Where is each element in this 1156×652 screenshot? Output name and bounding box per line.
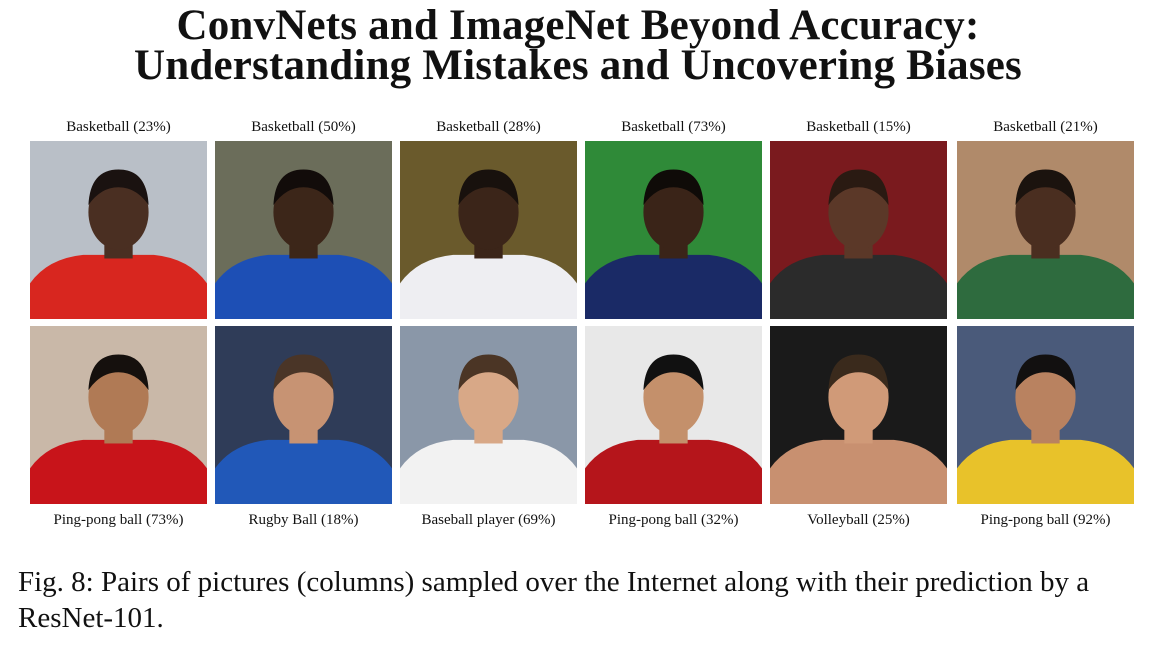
prediction-label-bottom-5: Volleyball (25%) bbox=[807, 512, 910, 528]
photo-top-6 bbox=[957, 141, 1134, 319]
prediction-label-bottom-4: Ping-pong ball (32%) bbox=[608, 512, 739, 528]
prediction-label-top-2: Basketball (50%) bbox=[251, 119, 356, 135]
photo-top-4 bbox=[585, 141, 762, 319]
prediction-label-top-1: Basketball (23%) bbox=[66, 119, 171, 135]
prediction-label-bottom-1: Ping-pong ball (73%) bbox=[53, 512, 184, 528]
photo-bottom-4 bbox=[585, 326, 762, 504]
prediction-label-top-5: Basketball (15%) bbox=[806, 119, 911, 135]
photo-bottom-1 bbox=[30, 326, 207, 504]
figure-caption: Fig. 8: Pairs of pictures (columns) samp… bbox=[18, 566, 1090, 634]
prediction-label-top-6: Basketball (21%) bbox=[993, 119, 1098, 135]
prediction-label-bottom-6: Ping-pong ball (92%) bbox=[980, 512, 1111, 528]
photo-bottom-5 bbox=[770, 326, 947, 504]
photo-bottom-3 bbox=[400, 326, 577, 504]
photo-top-2 bbox=[215, 141, 392, 319]
prediction-label-bottom-2: Rugby Ball (18%) bbox=[248, 512, 359, 528]
photo-top-3 bbox=[400, 141, 577, 319]
prediction-label-top-3: Basketball (28%) bbox=[436, 119, 541, 135]
photo-bottom-6 bbox=[957, 326, 1134, 504]
image-grid: Basketball (23%) Ping-pong ball (73%) Ba… bbox=[0, 0, 1156, 540]
photo-top-5 bbox=[770, 141, 947, 319]
prediction-label-bottom-3: Baseball player (69%) bbox=[421, 512, 556, 528]
prediction-label-top-4: Basketball (73%) bbox=[621, 119, 726, 135]
photo-bottom-2 bbox=[215, 326, 392, 504]
photo-top-1 bbox=[30, 141, 207, 319]
